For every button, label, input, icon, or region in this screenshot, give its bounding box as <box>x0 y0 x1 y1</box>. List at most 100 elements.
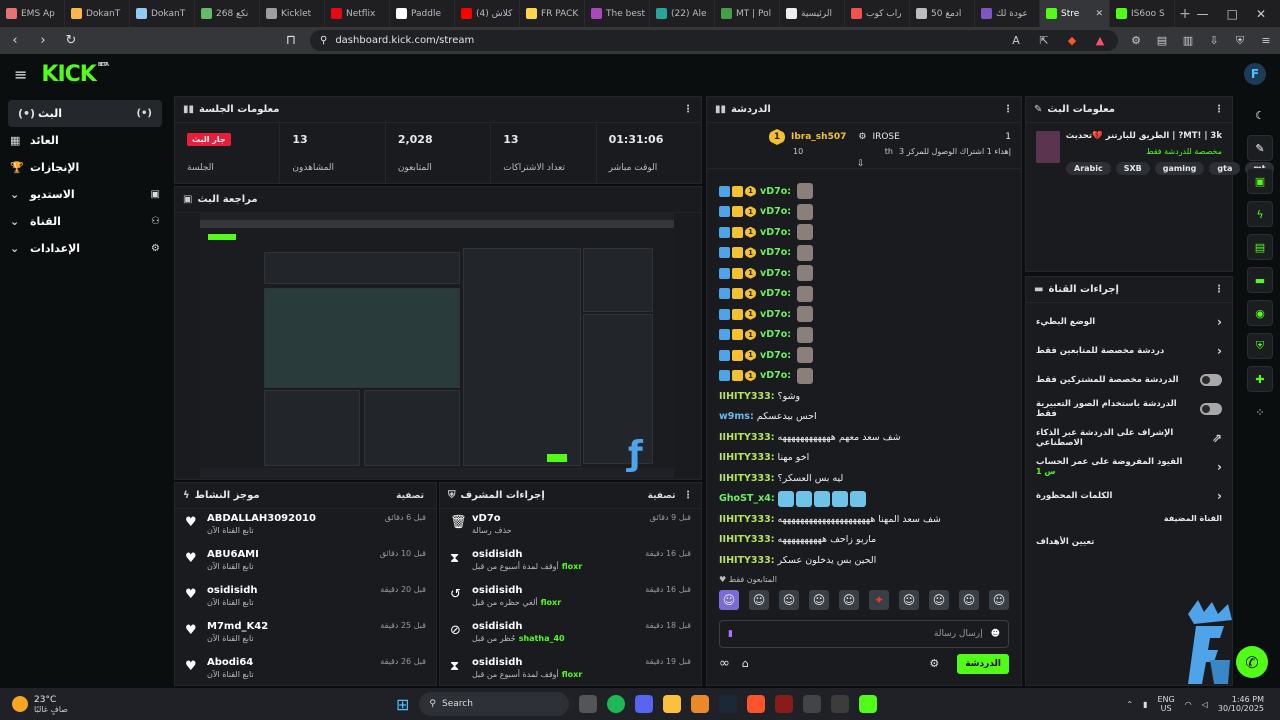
settings-icon[interactable]: ⚙ <box>929 657 939 670</box>
sidebar-item[interactable]: ▦ العائد <box>0 127 170 154</box>
downloads-icon[interactable]: ⇩ <box>1206 34 1222 47</box>
translate-icon[interactable]: A <box>1008 34 1024 47</box>
browser-tab[interactable]: Paddle <box>390 0 455 27</box>
toggle-switch[interactable] <box>1200 373 1222 386</box>
bolt-icon[interactable]: ϟ <box>1247 201 1273 227</box>
browser-tab[interactable]: راب كوب <box>845 0 910 27</box>
weather-widget[interactable]: 23°C صافٍ غالبًا <box>0 695 220 714</box>
brave-icon[interactable] <box>747 695 766 713</box>
chat-username[interactable]: IIHITY333: <box>719 391 775 402</box>
stream-tag[interactable]: Arabic <box>1066 162 1111 175</box>
filter-button[interactable]: تصفية <box>648 491 676 501</box>
activity-username[interactable]: M7md_K42 <box>207 621 372 632</box>
chat-username[interactable]: IIHITY333: <box>719 555 775 566</box>
maximize-icon[interactable]: □ <box>1227 7 1238 21</box>
browser-tab[interactable]: Netflix <box>325 0 390 27</box>
emote-icon[interactable]: ☺ <box>839 589 859 610</box>
chat-username[interactable]: IIHITY333: <box>719 473 775 484</box>
toggle-switch[interactable] <box>1200 402 1222 415</box>
stream-tag[interactable]: gaming <box>1154 162 1205 175</box>
channel-setting-row[interactable]: الدردشة مخصصة للمشتركين فقط <box>1026 365 1232 394</box>
channel-setting-row[interactable]: الدردشة باستخدام الصور التعبيرية فقط <box>1026 394 1232 423</box>
rewards-icon[interactable]: ▲ <box>1092 34 1108 47</box>
support-chat-button[interactable]: ✆ <box>1236 646 1268 678</box>
more-icon[interactable]: ⋮ <box>1214 284 1224 295</box>
mod-target-username[interactable]: osidisidh <box>472 549 637 560</box>
minimize-icon[interactable]: — <box>1197 7 1209 21</box>
shield-icon[interactable]: ⛨ <box>1247 333 1273 359</box>
sidebar-item[interactable]: ⌄ القناة ⚇ <box>0 208 170 235</box>
browser-tab[interactable]: Kicklet <box>260 0 325 27</box>
brave-shield-icon[interactable]: ◆ <box>1064 34 1080 47</box>
filter-button[interactable]: تصفية <box>396 491 424 501</box>
chat-username[interactable]: w9ms: <box>719 411 754 422</box>
emote-icon[interactable]: ✦ <box>869 589 889 610</box>
apps-icon[interactable]: ⁘ <box>1247 399 1273 425</box>
mic-icon[interactable]: ▮ <box>728 629 733 639</box>
infinity-icon[interactable]: ∞ <box>719 656 730 671</box>
menu-icon[interactable]: ≡ <box>1258 34 1274 47</box>
share-icon[interactable]: ⇱ <box>1036 34 1052 47</box>
more-icon[interactable]: ⋮ <box>683 104 693 115</box>
chat-username[interactable]: vD7o: <box>760 288 791 299</box>
browser-tab[interactable]: ادمغ 50 <box>910 0 975 27</box>
file-explorer-icon[interactable] <box>663 695 682 713</box>
channel-setting-row[interactable]: دردشة مخصصة للمتابعين فقط › <box>1026 336 1232 365</box>
broadcast-icon[interactable]: ◉ <box>1247 300 1273 326</box>
chat-username[interactable]: IIHITY333: <box>719 534 775 545</box>
url-text[interactable]: dashboard.kick.com/stream <box>335 35 474 46</box>
browser-tab[interactable]: نكع 268 <box>195 0 260 27</box>
set-goals-row[interactable]: تعيين الأهداف <box>1026 527 1232 556</box>
sidebar-item[interactable]: (•) البث (•) <box>8 100 162 127</box>
browser-tab[interactable]: عودة لك <box>975 0 1040 27</box>
taskbar-search[interactable]: ⚲ Search <box>419 692 570 716</box>
store-icon[interactable]: ⌂ <box>742 657 749 670</box>
activity-username[interactable]: ABDALLAH3092010 <box>207 513 377 524</box>
chat-username[interactable]: vD7o: <box>760 268 791 279</box>
windows-start-icon[interactable]: ⊞ <box>396 695 409 714</box>
user-avatar[interactable]: F <box>1244 63 1266 85</box>
forward-icon[interactable]: › <box>34 33 52 48</box>
kick-logo[interactable]: KICK BETA <box>41 62 109 87</box>
app-icon[interactable] <box>775 695 794 713</box>
kick-app-icon[interactable] <box>859 695 878 713</box>
emote-icon[interactable]: ☺ <box>719 589 739 610</box>
app-icon[interactable] <box>803 695 822 713</box>
chat-username[interactable]: vD7o: <box>760 350 791 361</box>
browser-tab[interactable]: DokanT <box>130 0 195 27</box>
activity-username[interactable]: ABU6AMI <box>207 549 372 560</box>
emote-icon[interactable]: ☺ <box>899 589 919 610</box>
bookmark-icon[interactable]: ⊓ <box>282 33 300 48</box>
emote-icon[interactable]: ☺ <box>929 589 949 610</box>
activity-username[interactable]: osidisidh <box>207 585 372 596</box>
browser-tab[interactable]: كلاش (4) <box>455 0 520 27</box>
mod-action-by[interactable]: floxr <box>562 670 583 679</box>
language[interactable]: ENG <box>1158 695 1175 704</box>
volume-icon[interactable]: ◁ <box>1202 700 1208 709</box>
task-view-icon[interactable] <box>579 695 598 713</box>
edit-icon[interactable]: ✎ <box>1034 104 1042 115</box>
chat-input[interactable]: ▮ إرسال رسالة ☻ <box>719 619 1009 648</box>
stream-tag[interactable]: gta <box>1209 162 1241 175</box>
chat-send-button[interactable]: الدردشة <box>957 653 1009 674</box>
app-icon[interactable] <box>831 695 850 713</box>
more-icon[interactable]: ⋮ <box>1214 104 1224 115</box>
sidebar-item[interactable]: ⌄ الإعدادات ⚙ <box>0 235 170 262</box>
channel-setting-row[interactable]: الإشراف على الدردشة عبر الذكاء الاصطناعي… <box>1026 423 1232 452</box>
chat-username[interactable]: vD7o: <box>760 186 791 197</box>
stream-preview[interactable]: ƒ <box>200 212 674 478</box>
edit-icon[interactable]: ✎ <box>1247 135 1273 161</box>
sidebar-icon[interactable]: ▥ <box>1180 34 1196 47</box>
chat-username[interactable]: vD7o: <box>760 206 791 217</box>
channel-setting-row[interactable]: الكلمات المحظورة › <box>1026 481 1232 510</box>
emote-icon[interactable]: ☺ <box>779 589 799 610</box>
close-tab-icon[interactable]: ✕ <box>1095 9 1103 19</box>
browser-tab[interactable]: FR PACK <box>520 0 585 27</box>
emote-icon[interactable]: ☺ <box>749 589 769 610</box>
extensions-icon[interactable]: ⚙ <box>1128 34 1144 47</box>
reload-icon[interactable]: ↻ <box>62 33 80 48</box>
mod-target-username[interactable]: osidisidh <box>472 621 637 632</box>
emoji-icon[interactable]: ☻ <box>991 629 1000 639</box>
mod-target-username[interactable]: osidisidh <box>472 585 637 596</box>
mod-action-by[interactable]: floxr <box>562 562 583 571</box>
